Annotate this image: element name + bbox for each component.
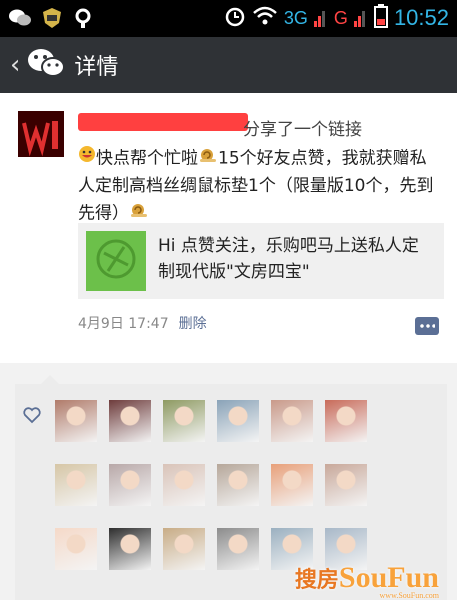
post-content: 快点帮个忙啦 15个好友点赞，我就获赠私人定制高档丝绸鼠标垫1个（限量版10个，…: [78, 145, 438, 227]
liker-avatar[interactable]: [325, 528, 367, 570]
wifi-icon: [252, 5, 278, 31]
link-thumbnail: [86, 231, 146, 291]
likes-panel: 搜房SouFun www.SouFun.com: [15, 375, 447, 600]
network-g-label: G: [333, 7, 348, 28]
watermark-cn: 搜房: [294, 567, 339, 592]
snail-emoji-icon: [198, 145, 218, 172]
liker-avatar[interactable]: [325, 464, 367, 506]
status-icons-right: 3G G 10:52: [224, 4, 449, 32]
clock: 10:52: [393, 5, 449, 30]
liker-avatar[interactable]: [55, 464, 97, 506]
wechat-logo-icon: [26, 47, 66, 83]
shared-link-card[interactable]: Hi 点赞关注，乐购吧马上送私人定制现代版"文房四宝": [78, 223, 444, 299]
liker-avatar[interactable]: [271, 528, 313, 570]
grin-emoji-icon: [78, 145, 96, 172]
post-date: 4月9日 17:47: [78, 316, 169, 332]
redacted-username[interactable]: [78, 113, 248, 131]
battery-icon: [373, 4, 388, 32]
signal-bars-icon: [313, 5, 328, 31]
signal-bars-icon: [353, 5, 368, 31]
watermark-domain: www.SouFun.com: [379, 591, 439, 600]
liker-avatar[interactable]: [109, 464, 151, 506]
liker-avatar[interactable]: [109, 400, 151, 442]
signal-search-icon: [72, 6, 96, 30]
liker-avatar[interactable]: [163, 464, 205, 506]
avatar[interactable]: [18, 111, 64, 157]
title-bar: ‹ 详情: [0, 37, 457, 93]
link-title: Hi 点赞关注，乐购吧马上送私人定制现代版"文房四宝": [158, 236, 419, 282]
liker-avatar[interactable]: [271, 464, 313, 506]
liker-avatar[interactable]: [271, 400, 313, 442]
post-content-part1: 快点帮个忙啦: [96, 148, 198, 169]
moment-post: 分享了一个链接 快点帮个忙啦 15个好友点赞，我就获赠私人定制高档丝绸鼠标垫1个…: [0, 93, 457, 363]
shared-link-text: 分享了一个链接: [243, 120, 362, 140]
liker-avatar[interactable]: [109, 528, 151, 570]
app-shield-icon: [40, 6, 64, 30]
back-button[interactable]: ‹: [10, 50, 20, 80]
wechat-icon: [8, 6, 32, 30]
heart-icon: [23, 406, 41, 424]
liker-avatar[interactable]: [55, 400, 97, 442]
post-meta: 4月9日 17:47 删除: [78, 313, 207, 333]
status-icons-left: [8, 6, 96, 30]
comment-icon[interactable]: [415, 317, 439, 335]
network-3g-label: 3G: [283, 7, 308, 28]
liker-avatar[interactable]: [163, 528, 205, 570]
delete-button[interactable]: 删除: [179, 313, 207, 333]
liker-avatar[interactable]: [163, 400, 205, 442]
liker-avatar[interactable]: [325, 400, 367, 442]
liker-avatar[interactable]: [217, 464, 259, 506]
liker-avatar[interactable]: [55, 528, 97, 570]
status-bar: 3G G 10:52: [0, 0, 457, 37]
alarm-icon: [224, 5, 246, 31]
liker-avatar[interactable]: [217, 400, 259, 442]
liker-avatar[interactable]: [217, 528, 259, 570]
page-title: 详情: [74, 55, 119, 80]
